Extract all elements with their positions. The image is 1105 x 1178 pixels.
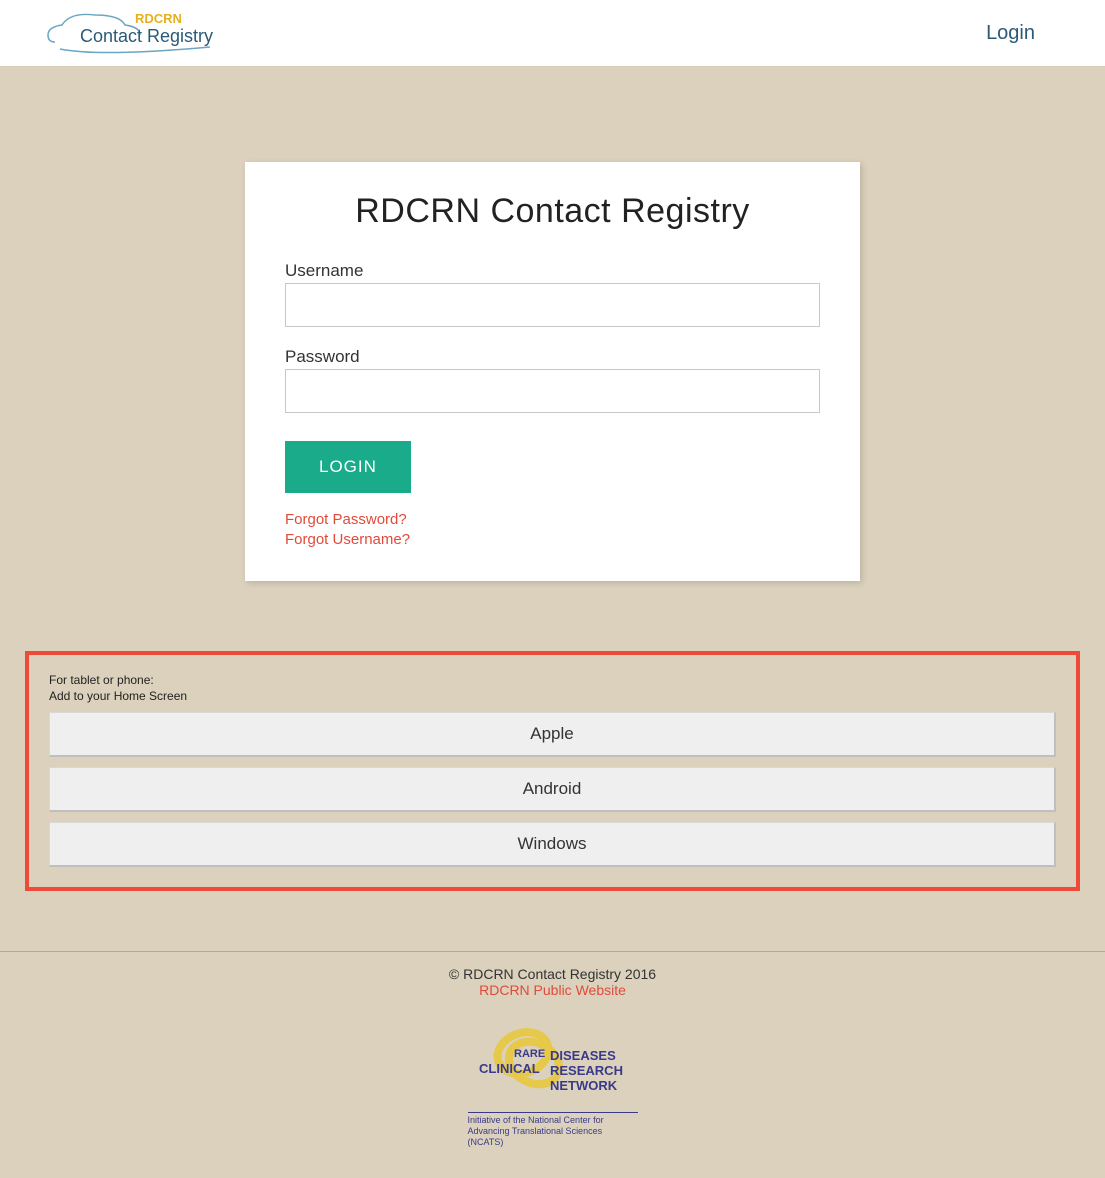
svg-text:RARE: RARE: [514, 1048, 545, 1060]
svg-text:RDCRN: RDCRN: [135, 11, 182, 26]
password-label: Password: [285, 347, 820, 367]
rdcrn-network-logo-icon: RARE DISEASES CLINICAL RESEARCH NETWORK: [468, 1020, 638, 1110]
footer-copyright: © RDCRN Contact Registry 2016: [20, 966, 1085, 982]
username-input[interactable]: [285, 283, 820, 327]
homescreen-label: For tablet or phone: Add to your Home Sc…: [49, 673, 1056, 704]
main-content: RDCRN Contact Registry Username Password…: [0, 67, 1105, 621]
password-input[interactable]: [285, 369, 820, 413]
platform-apple-button[interactable]: Apple: [49, 712, 1056, 757]
username-group: Username: [285, 261, 820, 327]
login-button[interactable]: LOGIN: [285, 441, 411, 493]
login-card: RDCRN Contact Registry Username Password…: [245, 162, 860, 581]
svg-text:RESEARCH: RESEARCH: [550, 1063, 623, 1078]
username-label: Username: [285, 261, 820, 281]
homescreen-highlight-box: For tablet or phone: Add to your Home Sc…: [25, 651, 1080, 891]
svg-text:Contact Registry: Contact Registry: [80, 26, 213, 46]
svg-text:DISEASES: DISEASES: [550, 1048, 616, 1063]
header-bar: RDCRN Contact Registry Login: [0, 0, 1105, 67]
password-group: Password: [285, 347, 820, 413]
svg-text:NETWORK: NETWORK: [550, 1078, 618, 1093]
platform-windows-button[interactable]: Windows: [49, 822, 1056, 867]
footer: © RDCRN Contact Registry 2016 RDCRN Publ…: [0, 951, 1105, 1177]
cloud-logo-icon: RDCRN Contact Registry: [40, 7, 220, 59]
forgot-username-link[interactable]: Forgot Username?: [285, 531, 820, 548]
footer-public-link[interactable]: RDCRN Public Website: [479, 982, 626, 998]
footer-tagline: Initiative of the National Center for Ad…: [468, 1112, 638, 1147]
forgot-password-link[interactable]: Forgot Password?: [285, 511, 820, 528]
svg-text:CLINICAL: CLINICAL: [479, 1061, 540, 1076]
header-logo[interactable]: RDCRN Contact Registry: [40, 8, 220, 58]
login-title: RDCRN Contact Registry: [285, 192, 820, 231]
footer-logo: RARE DISEASES CLINICAL RESEARCH NETWORK …: [20, 1020, 1085, 1147]
header-login-link[interactable]: Login: [986, 22, 1065, 45]
platform-android-button[interactable]: Android: [49, 767, 1056, 812]
